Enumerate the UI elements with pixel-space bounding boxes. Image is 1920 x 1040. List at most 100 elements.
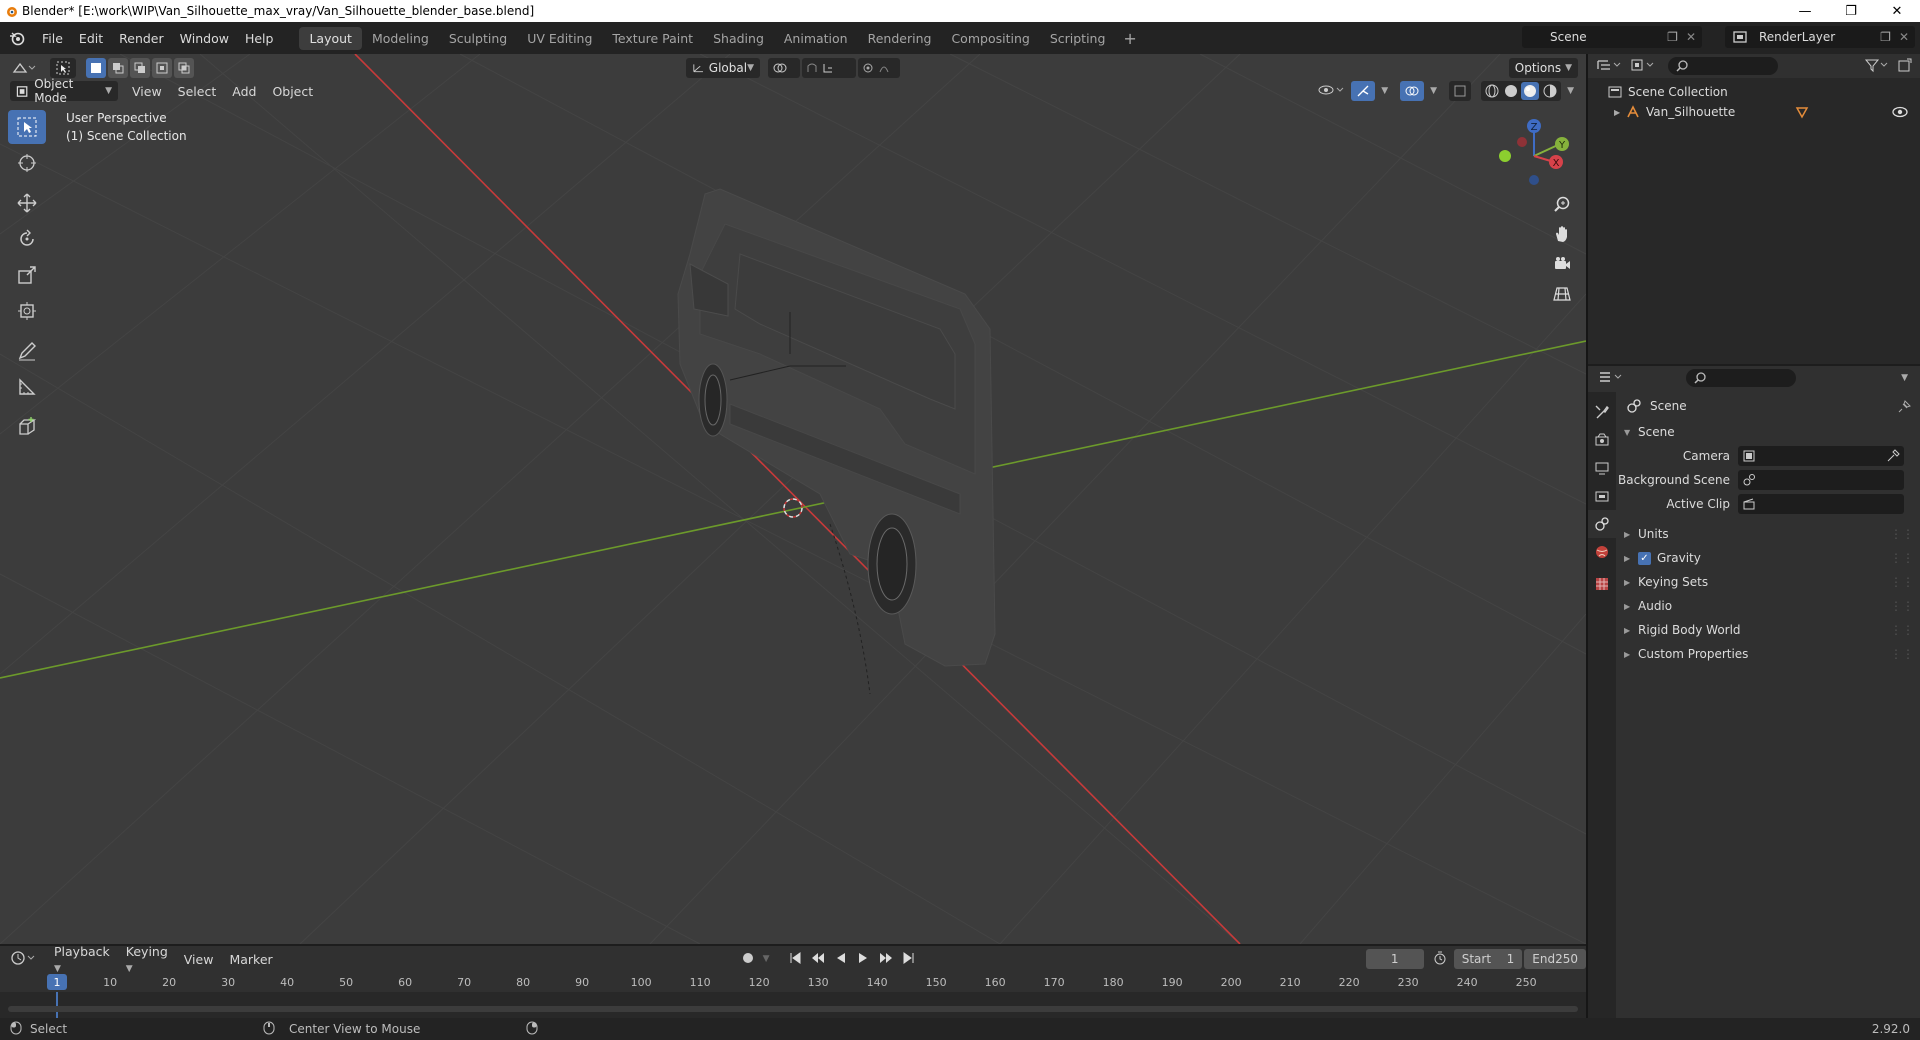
menu-render[interactable]: Render	[111, 31, 172, 46]
select-subtract-icon[interactable]	[130, 58, 150, 78]
drag-handle-icon[interactable]: ⋮⋮	[1890, 647, 1914, 661]
keying-menu[interactable]: Keying ▼	[118, 944, 176, 974]
pan-hand-icon[interactable]	[1548, 220, 1576, 248]
tab-texture[interactable]	[1588, 570, 1616, 598]
menu-window[interactable]: Window	[172, 31, 237, 46]
menu-edit[interactable]: Edit	[71, 31, 111, 46]
menu-object[interactable]: Object	[264, 84, 321, 99]
rendered-shading-icon[interactable]	[1542, 83, 1558, 99]
select-extend-icon[interactable]	[108, 58, 128, 78]
select-mode-icon[interactable]	[50, 58, 76, 78]
transform-tool[interactable]	[8, 294, 46, 328]
scene-panel-header[interactable]: ▼ Scene	[1618, 420, 1920, 444]
tab-output[interactable]	[1588, 454, 1616, 482]
menu-help[interactable]: Help	[237, 31, 282, 46]
navigation-gizmo[interactable]: Z Y X	[1492, 114, 1576, 198]
tab-layout[interactable]: Layout	[299, 26, 362, 50]
menu-select[interactable]: Select	[170, 84, 225, 99]
tab-animation[interactable]: Animation	[774, 27, 858, 50]
duplicate-scene-icon[interactable]: ❐	[1667, 30, 1678, 44]
3d-viewport[interactable]: Global ▼ Options ▼ Object Mode ▼ View Se…	[0, 54, 1586, 944]
overlays-dropdown-icon[interactable]: ▼	[1430, 86, 1437, 96]
gizmo-dropdown-icon[interactable]: ▼	[1381, 86, 1388, 96]
shading-dropdown-icon[interactable]: ▼	[1567, 86, 1574, 96]
object-visibility-icon[interactable]	[1317, 82, 1345, 101]
jump-start-icon[interactable]	[788, 951, 802, 968]
render-layer-selector[interactable]: RenderLayer ❐ ✕	[1725, 26, 1915, 48]
auto-keying-record-icon[interactable]	[741, 951, 755, 968]
end-frame-field[interactable]: End 250	[1524, 949, 1586, 969]
move-tool[interactable]	[8, 186, 46, 220]
tab-uv-editing[interactable]: UV Editing	[517, 27, 602, 50]
tab-world[interactable]	[1588, 538, 1616, 566]
keying-sets-panel-header[interactable]: ▶ Keying Sets ⋮⋮	[1618, 570, 1920, 594]
object-data-icon[interactable]	[1795, 105, 1809, 119]
object-mode-dropdown[interactable]: Object Mode ▼	[10, 77, 118, 105]
scale-tool[interactable]	[8, 258, 46, 292]
tab-render[interactable]	[1588, 426, 1616, 454]
tab-modeling[interactable]: Modeling	[362, 27, 439, 50]
timeline-scrollbar[interactable]	[8, 1006, 1578, 1012]
outliner-editor-type-icon[interactable]	[1596, 57, 1624, 76]
van-silhouette-object[interactable]	[677, 188, 996, 667]
tab-sculpting[interactable]: Sculpting	[439, 27, 517, 50]
properties-options-icon[interactable]: ▼	[1901, 373, 1908, 383]
tab-shading[interactable]: Shading	[703, 27, 774, 50]
pin-icon[interactable]	[1898, 399, 1912, 413]
drag-handle-icon[interactable]: ⋮⋮	[1890, 623, 1914, 637]
tab-tool[interactable]	[1588, 398, 1616, 426]
cursor-tool[interactable]	[8, 146, 46, 180]
eyedropper-icon[interactable]	[1886, 449, 1900, 463]
outliner-row-scene-collection[interactable]: Scene Collection	[1588, 82, 1920, 102]
drag-handle-icon[interactable]: ⋮⋮	[1890, 575, 1914, 589]
outliner-search-input[interactable]	[1668, 57, 1778, 75]
gravity-checkbox[interactable]: ✓	[1638, 551, 1651, 565]
solid-shading-icon[interactable]	[1503, 83, 1519, 99]
camera-field[interactable]	[1738, 446, 1904, 466]
playback-menu[interactable]: Playback ▼	[46, 944, 118, 974]
pivot-point-icon[interactable]	[768, 58, 800, 78]
menu-view[interactable]: View	[124, 84, 170, 99]
select-new-icon[interactable]	[86, 58, 106, 78]
xray-toggle-icon[interactable]	[1449, 81, 1472, 101]
options-dropdown[interactable]: Options ▼	[1508, 58, 1578, 78]
measure-tool[interactable]	[8, 370, 46, 404]
gravity-panel-header[interactable]: ▶ ✓ Gravity ⋮⋮	[1618, 546, 1920, 570]
marker-menu[interactable]: Marker	[221, 952, 280, 967]
zoom-icon[interactable]	[1548, 190, 1576, 218]
display-mode-icon[interactable]	[1630, 57, 1658, 76]
playhead-line[interactable]	[56, 992, 58, 1018]
audio-panel-header[interactable]: ▶ Audio ⋮⋮	[1618, 594, 1920, 618]
menu-file[interactable]: File	[34, 31, 71, 46]
close-icon[interactable]: ✕	[1874, 0, 1920, 22]
transform-orientation-dropdown[interactable]: Global ▼	[686, 58, 760, 78]
drag-handle-icon[interactable]: ⋮⋮	[1890, 527, 1914, 541]
tab-texture-paint[interactable]: Texture Paint	[602, 27, 703, 50]
outliner-row-van-silhouette[interactable]: ▶ Van_Silhouette	[1588, 102, 1920, 122]
overlays-toggle-icon[interactable]	[1400, 81, 1425, 101]
play-reverse-icon[interactable]	[834, 951, 848, 968]
current-frame-field[interactable]: 1	[1365, 949, 1424, 969]
rigid-body-world-panel-header[interactable]: ▶ Rigid Body World ⋮⋮	[1618, 618, 1920, 642]
timeline-editor-type-icon[interactable]	[10, 950, 38, 969]
start-frame-field[interactable]: Start 1	[1453, 949, 1523, 969]
select-invert-icon[interactable]	[152, 58, 172, 78]
play-icon[interactable]	[856, 951, 870, 968]
jump-end-icon[interactable]	[902, 951, 916, 968]
select-box-tool[interactable]	[8, 110, 46, 144]
restore-icon[interactable]: ❐	[1828, 0, 1874, 22]
scene-selector[interactable]: Scene ❐ ✕	[1522, 26, 1702, 48]
drag-handle-icon[interactable]: ⋮⋮	[1890, 551, 1914, 565]
material-shading-icon[interactable]	[1521, 82, 1540, 100]
proportional-edit-icon[interactable]	[858, 58, 900, 78]
tab-compositing[interactable]: Compositing	[941, 27, 1039, 50]
properties-search-input[interactable]	[1686, 369, 1796, 387]
jump-keyframe-back-icon[interactable]	[810, 951, 826, 968]
tab-scene[interactable]	[1588, 510, 1616, 538]
neg-x-gizmo-ball[interactable]	[1517, 137, 1527, 147]
timeline-view-menu[interactable]: View	[176, 952, 222, 967]
rotate-tool[interactable]	[8, 222, 46, 256]
tab-scripting[interactable]: Scripting	[1040, 27, 1116, 50]
background-scene-field[interactable]	[1738, 470, 1904, 490]
timeline-ruler[interactable]: 1 10 20 30 40 50 60 70 80 90 100 110 120 130 140 150 160…	[0, 972, 1586, 992]
